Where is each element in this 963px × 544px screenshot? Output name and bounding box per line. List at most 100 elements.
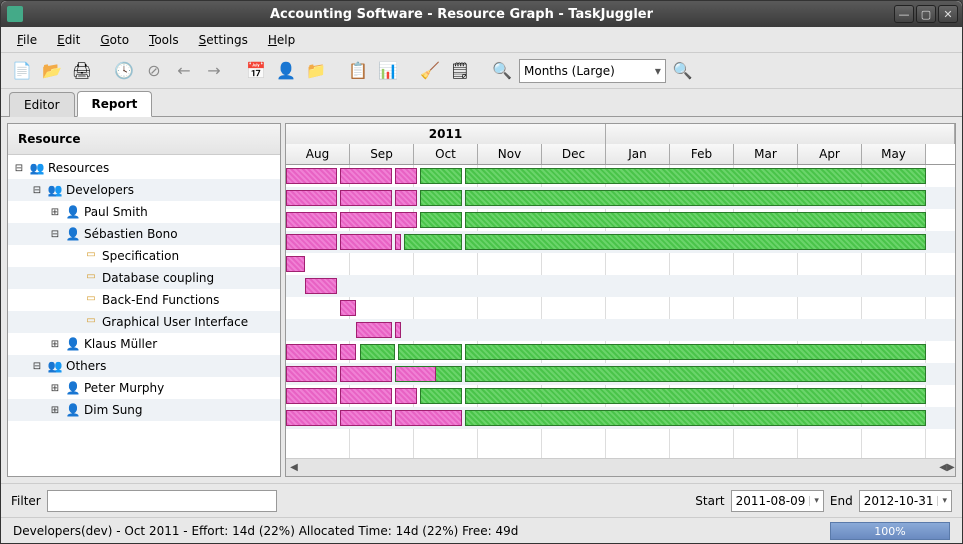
maximize-button[interactable]: ▢ <box>916 5 936 23</box>
expander-icon[interactable]: ⊞ <box>48 405 62 416</box>
tree-row[interactable]: ▭Specification <box>8 245 280 267</box>
gantt-bar[interactable] <box>395 388 417 404</box>
gantt-bar[interactable] <box>395 322 401 338</box>
list-icon[interactable]: 📋 <box>345 58 371 84</box>
expander-icon[interactable]: ⊟ <box>30 361 44 372</box>
gantt-bar[interactable] <box>286 190 337 206</box>
gantt-bar[interactable] <box>340 300 356 316</box>
expander-icon[interactable]: ⊟ <box>12 163 26 174</box>
gantt-bar[interactable] <box>395 234 401 250</box>
gantt-chart[interactable] <box>286 165 955 458</box>
gantt-bar[interactable] <box>465 168 926 184</box>
menu-settings[interactable]: Settings <box>191 31 256 49</box>
tasks-icon[interactable]: 📊 <box>375 58 401 84</box>
start-date-field[interactable]: 2011-08-09 <box>731 490 824 512</box>
gantt-bar[interactable] <box>286 344 337 360</box>
tree-row[interactable]: ▭Database coupling <box>8 267 280 289</box>
expander-icon[interactable]: ⊞ <box>48 339 62 350</box>
tree-row[interactable]: ⊞👤Dim Sung <box>8 399 280 421</box>
tab-report[interactable]: Report <box>77 91 153 117</box>
tree-row[interactable]: ⊞👤Paul Smith <box>8 201 280 223</box>
menu-tools[interactable]: Tools <box>141 31 187 49</box>
resource-icon[interactable]: 👤 <box>273 58 299 84</box>
gantt-bar[interactable] <box>340 344 356 360</box>
expander-icon[interactable]: ⊟ <box>48 229 62 240</box>
open-icon[interactable]: 📂 <box>39 58 65 84</box>
gantt-bar[interactable] <box>360 344 395 360</box>
back-icon[interactable]: ← <box>171 58 197 84</box>
new-icon[interactable]: 📄 <box>9 58 35 84</box>
gantt-bar[interactable] <box>286 410 337 426</box>
expander-icon[interactable]: ⊞ <box>48 207 62 218</box>
gantt-bar[interactable] <box>340 366 391 382</box>
zoom-level-select[interactable]: Months (Large) <box>519 59 666 83</box>
gantt-bar[interactable] <box>420 212 462 228</box>
gantt-bar[interactable] <box>395 190 417 206</box>
tab-editor[interactable]: Editor <box>9 92 75 117</box>
tree-row[interactable]: ⊞👤Klaus Müller <box>8 333 280 355</box>
gantt-bar[interactable] <box>404 234 462 250</box>
filter-input[interactable] <box>47 490 277 512</box>
gantt-bar[interactable] <box>465 212 926 228</box>
gantt-bar[interactable] <box>340 190 391 206</box>
resource-tree[interactable]: ⊟👥Resources⊟👥Developers⊞👤Paul Smith⊟👤Séb… <box>8 155 280 476</box>
menu-help[interactable]: Help <box>260 31 303 49</box>
gantt-bar[interactable] <box>286 212 337 228</box>
gantt-bar[interactable] <box>340 388 391 404</box>
zoom-in-icon[interactable]: 🔍 <box>670 58 696 84</box>
gantt-bar[interactable] <box>356 322 391 338</box>
gantt-bar[interactable] <box>340 168 391 184</box>
gantt-bar[interactable] <box>286 366 337 382</box>
gantt-bar[interactable] <box>398 344 462 360</box>
gantt-bar[interactable] <box>286 388 337 404</box>
gantt-bar[interactable] <box>395 410 462 426</box>
gantt-bar[interactable] <box>340 212 391 228</box>
gantt-bar[interactable] <box>465 388 926 404</box>
gantt-bar[interactable] <box>286 234 337 250</box>
scroll-left-icon[interactable]: ◀ <box>286 462 302 473</box>
print-icon[interactable]: 🖨 <box>69 58 95 84</box>
gantt-bar[interactable] <box>340 410 391 426</box>
end-date-field[interactable]: 2012-10-31 <box>859 490 952 512</box>
tabbar: Editor Report <box>1 89 962 117</box>
menu-file[interactable]: File <box>9 31 45 49</box>
scroll-right-icon[interactable]: ◀▶ <box>939 462 955 473</box>
gantt-bar[interactable] <box>465 234 926 250</box>
gantt-bar[interactable] <box>395 366 462 382</box>
gantt-bar[interactable] <box>395 212 417 228</box>
forward-icon[interactable]: → <box>201 58 227 84</box>
gantt-bar[interactable] <box>465 344 926 360</box>
tree-row[interactable]: ⊟👥Others <box>8 355 280 377</box>
menu-goto[interactable]: Goto <box>92 31 137 49</box>
calendar-icon[interactable]: 📅 <box>243 58 269 84</box>
gantt-bar[interactable] <box>286 168 337 184</box>
stop-icon[interactable]: ⊘ <box>141 58 167 84</box>
gantt-bar[interactable] <box>286 256 305 272</box>
expander-icon[interactable]: ⊟ <box>30 185 44 196</box>
tree-row[interactable]: ⊞👤Peter Murphy <box>8 377 280 399</box>
gantt-bar[interactable] <box>465 410 926 426</box>
expander-icon[interactable]: ⊞ <box>48 383 62 394</box>
options-icon[interactable]: 🗒 <box>447 58 473 84</box>
horizontal-scrollbar[interactable]: ◀ ◀▶ <box>286 458 955 476</box>
folder-icon[interactable]: 📁 <box>303 58 329 84</box>
tree-row[interactable]: ⊟👤Sébastien Bono <box>8 223 280 245</box>
gantt-bar[interactable] <box>420 168 462 184</box>
zoom-out-icon[interactable]: 🔍 <box>489 58 515 84</box>
gantt-bar[interactable] <box>305 278 337 294</box>
tree-row[interactable]: ⊟👥Resources <box>8 157 280 179</box>
tree-row[interactable]: ▭Back-End Functions <box>8 289 280 311</box>
menu-edit[interactable]: Edit <box>49 31 88 49</box>
gantt-bar[interactable] <box>395 168 417 184</box>
close-button[interactable]: ✕ <box>938 5 958 23</box>
clear-icon[interactable]: 🧹 <box>417 58 443 84</box>
gantt-bar[interactable] <box>465 366 926 382</box>
refresh-icon[interactable]: 🕓 <box>111 58 137 84</box>
gantt-bar[interactable] <box>420 190 462 206</box>
minimize-button[interactable]: — <box>894 5 914 23</box>
tree-row[interactable]: ⊟👥Developers <box>8 179 280 201</box>
tree-row[interactable]: ▭Graphical User Interface <box>8 311 280 333</box>
gantt-bar[interactable] <box>465 190 926 206</box>
gantt-bar[interactable] <box>340 234 391 250</box>
gantt-bar[interactable] <box>420 388 462 404</box>
